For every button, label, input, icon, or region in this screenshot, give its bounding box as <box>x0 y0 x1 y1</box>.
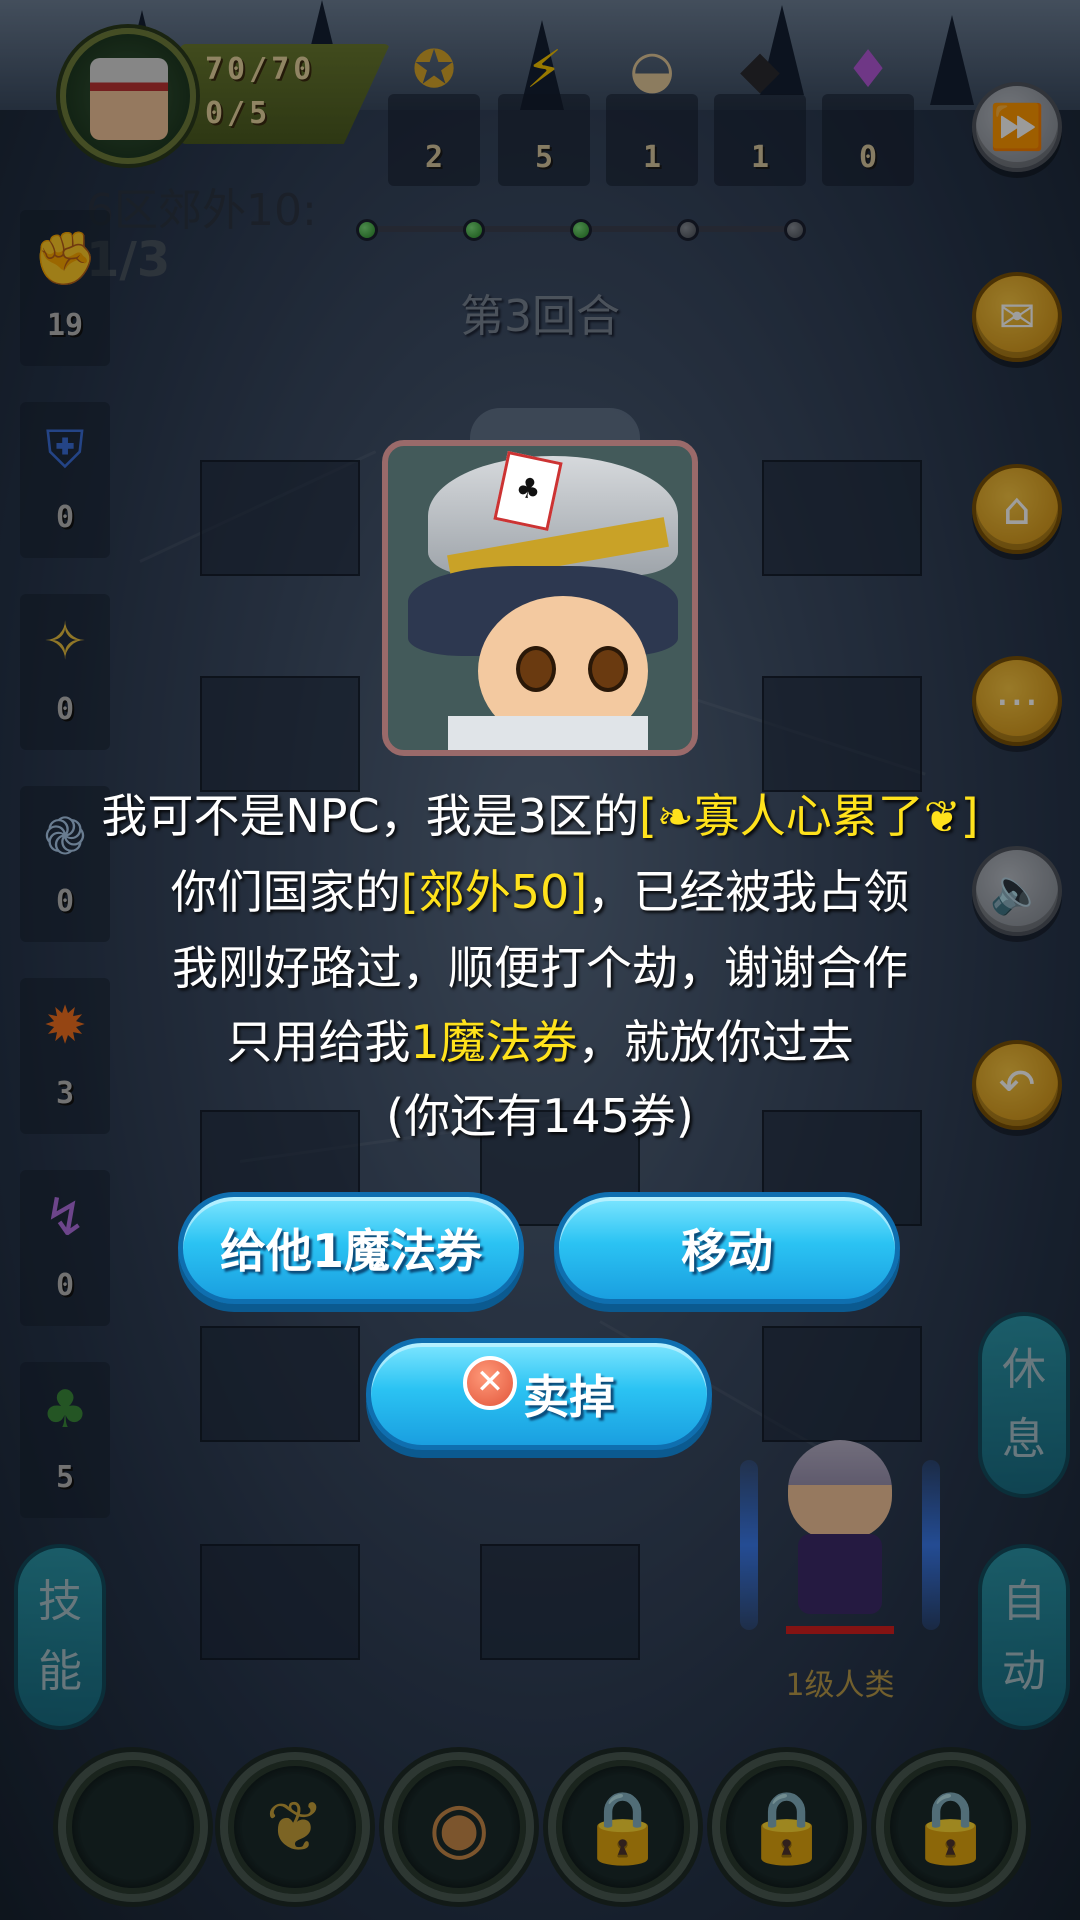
ornament-left-icon: ❧ <box>656 792 694 843</box>
ornament-right-icon: ❦ <box>923 792 961 843</box>
npc-player-name: 寡人心累了 <box>693 789 924 843</box>
name-bracket-close: ] <box>960 789 979 843</box>
sell-label: 卖掉 <box>523 1370 615 1424</box>
occupied-location: [郊外50] <box>400 865 588 919</box>
dialog-line-2-post: ，已经被我占领 <box>587 865 910 919</box>
move-button[interactable]: 移动 <box>554 1192 900 1304</box>
dialog-line-1: 我可不是NPC，我是3区的[❧寡人心累了❦] <box>20 780 1060 846</box>
dialog-line-3: 我刚好路过，顺便打个劫，谢谢合作 <box>172 941 908 995</box>
dialog-line-1-intro: 我可不是NPC，我是3区的 <box>101 789 639 843</box>
npc-eye <box>516 646 556 692</box>
pay-toll-label: 给他1魔法券 <box>219 1224 482 1278</box>
move-label: 移动 <box>681 1224 773 1278</box>
npc-portrait: ♣ <box>382 440 698 756</box>
close-x-icon: ✕ <box>463 1356 517 1410</box>
npc-coat <box>448 716 648 750</box>
sell-button[interactable]: ✕ 卖掉 <box>366 1338 712 1450</box>
pay-toll-button[interactable]: 给他1魔法券 <box>178 1192 524 1304</box>
dialog-line-4: 只用给我1魔法券，就放你过去 <box>20 1006 1060 1072</box>
toll-price: 1魔法券 <box>410 1015 578 1069</box>
ticket-balance: (你还有145券) <box>386 1089 694 1143</box>
npc-eye <box>588 646 628 692</box>
dialog-line-4-pre: 只用给我 <box>226 1015 411 1069</box>
dialog-line-4-post: ，就放你过去 <box>577 1015 854 1069</box>
dialog-line-2: 你们国家的[郊外50]，已经被我占领 <box>20 856 1060 922</box>
dialog-line-2-pre: 你们国家的 <box>170 865 401 919</box>
name-bracket-open: [ <box>638 789 657 843</box>
